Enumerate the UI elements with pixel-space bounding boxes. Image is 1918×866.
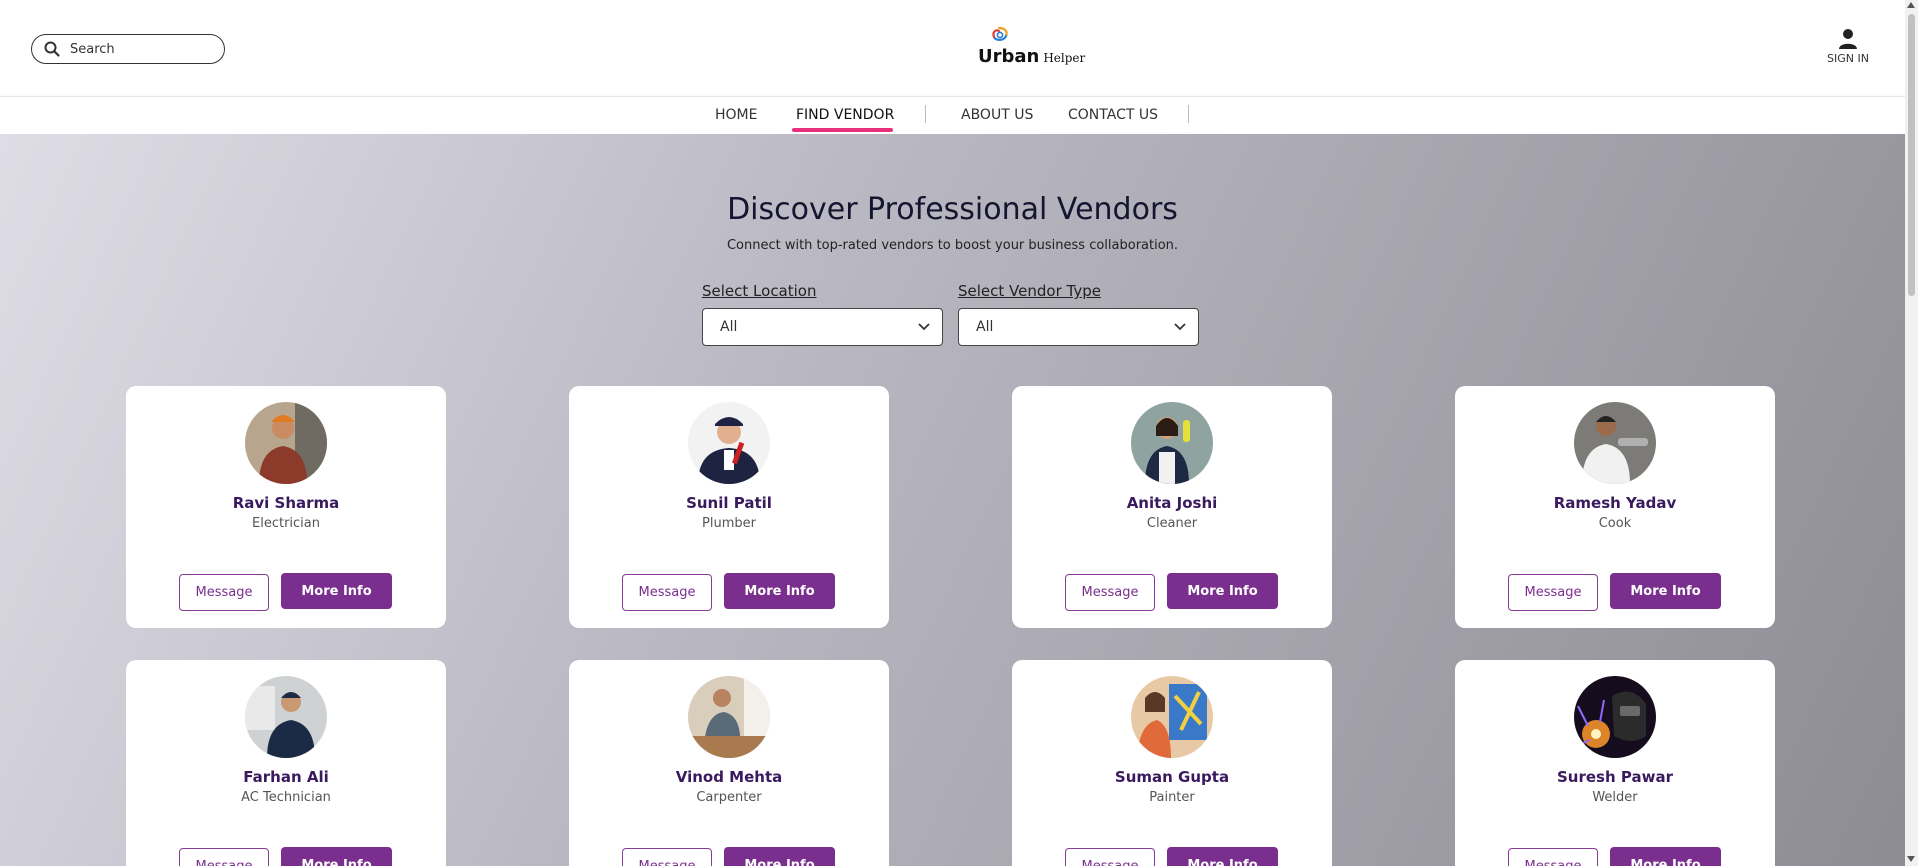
vendor-avatar xyxy=(245,402,327,484)
page-scrollbar[interactable] xyxy=(1905,0,1918,866)
more-info-button[interactable]: More Info xyxy=(1167,573,1278,609)
vendor-name: Suresh Pawar xyxy=(1557,768,1673,786)
vendor-name: Sunil Patil xyxy=(686,494,772,512)
chevron-down-icon xyxy=(918,323,930,331)
sign-in-button[interactable]: SIGN IN xyxy=(1822,28,1874,65)
vendor-name: Suman Gupta xyxy=(1114,768,1230,786)
scroll-down-arrow-icon[interactable] xyxy=(1907,856,1915,862)
vendor-avatar xyxy=(688,402,770,484)
message-button[interactable]: Message xyxy=(1508,574,1598,611)
user-icon xyxy=(1839,29,1857,49)
message-button[interactable]: Message xyxy=(179,574,269,611)
vendor-avatar xyxy=(1574,676,1656,758)
search-icon xyxy=(44,41,60,57)
vendor-card: Suman Gupta Painter Message More Info xyxy=(1012,660,1332,866)
vendor-listing-section: Discover Professional Vendors Connect wi… xyxy=(0,134,1905,866)
nav-about-us[interactable]: ABOUT US xyxy=(961,107,1033,123)
vendor-name: Farhan Ali xyxy=(243,768,329,786)
vendor-role: Cook xyxy=(1598,516,1632,531)
vendor-card: Ravi Sharma Electrician Message More Inf… xyxy=(126,386,446,628)
vendor-avatar xyxy=(245,676,327,758)
message-button[interactable]: Message xyxy=(622,848,712,866)
logo-swirl-icon xyxy=(992,26,1008,41)
vendor-card: Anita Joshi Cleaner Message More Info xyxy=(1012,386,1332,628)
vendor-name: Anita Joshi xyxy=(1126,494,1218,512)
more-info-button[interactable]: More Info xyxy=(1610,847,1721,866)
vendor-type-select-value: All xyxy=(976,319,994,335)
chevron-down-icon xyxy=(1174,323,1186,331)
vendor-name: Ravi Sharma xyxy=(232,494,340,512)
page-subtitle: Connect with top-rated vendors to boost … xyxy=(726,238,1179,253)
vendor-role: Carpenter xyxy=(696,790,762,805)
more-info-button[interactable]: More Info xyxy=(724,573,835,609)
vendor-role: Plumber xyxy=(702,516,756,531)
vendor-avatar xyxy=(688,676,770,758)
page-title: Discover Professional Vendors xyxy=(727,192,1178,227)
nav-divider xyxy=(925,105,926,123)
vendor-card: Vinod Mehta Carpenter Message More Info xyxy=(569,660,889,866)
top-header: UrbanHelper SIGN IN xyxy=(0,0,1905,96)
more-info-button[interactable]: More Info xyxy=(281,573,392,609)
more-info-button[interactable]: More Info xyxy=(724,847,835,866)
vendor-role: Painter xyxy=(1149,790,1195,805)
vendor-name: Vinod Mehta xyxy=(675,768,783,786)
main-nav: HOME FIND VENDOR ABOUT US CONTACT US xyxy=(0,96,1905,134)
location-select[interactable]: All xyxy=(702,308,943,346)
vendor-type-select[interactable]: All xyxy=(958,308,1199,346)
more-info-button[interactable]: More Info xyxy=(1167,847,1278,866)
nav-find-vendor[interactable]: FIND VENDOR xyxy=(796,107,894,123)
vendor-role: AC Technician xyxy=(241,790,331,805)
search-input[interactable] xyxy=(70,41,220,57)
nav-home[interactable]: HOME xyxy=(715,107,757,123)
vendor-role: Electrician xyxy=(252,516,320,531)
logo-secondary-text: Helper xyxy=(1043,51,1086,65)
vendor-role: Welder xyxy=(1592,790,1638,805)
vendor-avatar xyxy=(1574,402,1656,484)
brand-logo[interactable]: Urban Helper xyxy=(978,24,1086,70)
vendor-role: Cleaner xyxy=(1146,516,1198,531)
vendor-name: Ramesh Yadav xyxy=(1553,494,1677,512)
nav-contact-us[interactable]: CONTACT US xyxy=(1068,107,1158,123)
location-select-value: All xyxy=(720,319,738,335)
vendor-card: Sunil Patil Plumber Message More Info xyxy=(569,386,889,628)
location-filter-label: Select Location xyxy=(702,282,817,300)
scrollbar-thumb[interactable] xyxy=(1908,14,1915,296)
message-button[interactable]: Message xyxy=(622,574,712,611)
active-tab-indicator xyxy=(792,128,893,132)
vendor-type-filter-label: Select Vendor Type xyxy=(958,282,1101,300)
vendor-avatar xyxy=(1131,402,1213,484)
more-info-button[interactable]: More Info xyxy=(281,847,392,866)
logo-primary-text: Urban xyxy=(978,46,1040,67)
vendor-card: Farhan Ali AC Technician Message More In… xyxy=(126,660,446,866)
nav-divider xyxy=(1188,105,1189,123)
sign-in-label: SIGN IN xyxy=(1827,52,1869,65)
vendor-card: Ramesh Yadav Cook Message More Info xyxy=(1455,386,1775,628)
message-button[interactable]: Message xyxy=(1065,574,1155,611)
more-info-button[interactable]: More Info xyxy=(1610,573,1721,609)
vendor-card: Suresh Pawar Welder Message More Info xyxy=(1455,660,1775,866)
scroll-up-arrow-icon[interactable] xyxy=(1907,2,1915,8)
message-button[interactable]: Message xyxy=(1508,848,1598,866)
vendor-avatar xyxy=(1131,676,1213,758)
message-button[interactable]: Message xyxy=(1065,848,1155,866)
message-button[interactable]: Message xyxy=(179,848,269,866)
search-box[interactable] xyxy=(31,34,225,64)
